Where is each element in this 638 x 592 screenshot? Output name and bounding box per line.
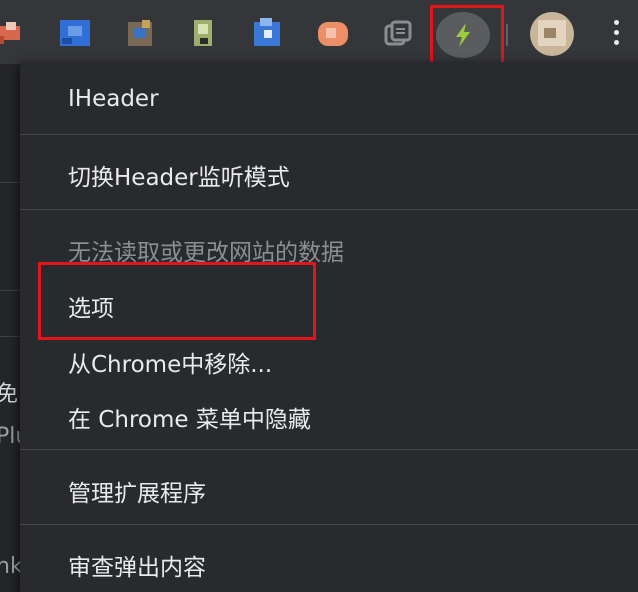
bg-divider — [0, 182, 22, 183]
extension-icon-3[interactable] — [122, 16, 158, 52]
menu-item-toggle-header-mode[interactable]: 切换Header监听模式 — [68, 158, 290, 192]
vertical-dots-icon[interactable] — [612, 20, 620, 50]
highlight-box-options — [38, 262, 316, 340]
background-page: 免 Plu nk — [0, 64, 29, 592]
menu-divider — [20, 524, 638, 525]
menu-divider — [20, 449, 638, 450]
menu-item-remove-from-chrome[interactable]: 从Chrome中移除... — [68, 345, 272, 379]
menu-divider — [20, 134, 638, 135]
bg-text-fragment: 免 — [0, 382, 19, 407]
extension-icon-5[interactable] — [250, 16, 286, 52]
profile-avatar[interactable] — [530, 12, 574, 56]
menu-item-manage-extensions[interactable]: 管理扩展程序 — [68, 474, 206, 508]
menu-divider — [20, 209, 638, 210]
menu-item-hide-in-chrome-menu[interactable]: 在 Chrome 菜单中隐藏 — [68, 400, 311, 434]
menu-item-inspect-popup[interactable]: 审查弹出内容 — [68, 548, 206, 582]
extension-icon-1[interactable] — [0, 16, 28, 52]
bg-divider — [0, 336, 22, 337]
extension-icon-6[interactable] — [314, 16, 350, 52]
extension-icon-7[interactable] — [380, 16, 416, 52]
extensions-toolbar — [0, 0, 638, 71]
screenshot-stage: 免 Plu nk IHeader 切换Header监听模式 无法读取或更改网站的… — [0, 0, 638, 592]
menu-item-extension-name[interactable]: IHeader — [68, 86, 159, 112]
bg-divider — [0, 290, 22, 291]
extension-icon-4[interactable] — [186, 16, 222, 52]
toolbar-separator — [506, 24, 508, 46]
extension-icon-2[interactable] — [58, 16, 94, 52]
